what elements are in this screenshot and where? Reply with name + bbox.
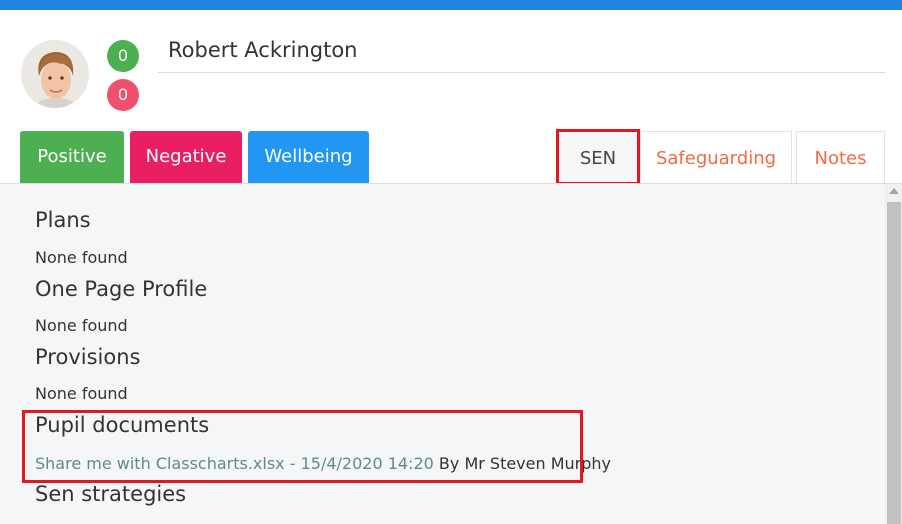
student-name: Robert Ackrington [168, 38, 358, 62]
wellbeing-button[interactable]: Wellbeing [248, 131, 369, 183]
provisions-heading: Provisions [35, 345, 141, 369]
scrollbar-thumb[interactable] [887, 202, 901, 524]
positive-points-badge: 0 [107, 40, 139, 72]
one-page-profile-empty-text: None found [35, 316, 128, 335]
tab-safeguarding[interactable]: Safeguarding [640, 131, 792, 184]
negative-button[interactable]: Negative [130, 131, 242, 183]
one-page-profile-heading: One Page Profile [35, 277, 208, 301]
sen-strategies-heading: Sen strategies [35, 482, 187, 506]
top-accent-bar [0, 0, 902, 10]
student-avatar [21, 40, 89, 108]
name-divider [158, 72, 885, 73]
provisions-empty-text: None found [35, 384, 128, 403]
avatar-photo-icon [21, 40, 89, 108]
plans-empty-text: None found [35, 248, 128, 267]
sen-tab-highlight-box [556, 129, 640, 185]
tab-notes[interactable]: Notes [796, 131, 885, 184]
scroll-up-arrow-icon[interactable] [889, 188, 899, 194]
plans-heading: Plans [35, 208, 91, 232]
pupil-documents-highlight-box [22, 410, 583, 483]
negative-points-badge: 0 [107, 79, 139, 111]
positive-button[interactable]: Positive [20, 131, 124, 183]
